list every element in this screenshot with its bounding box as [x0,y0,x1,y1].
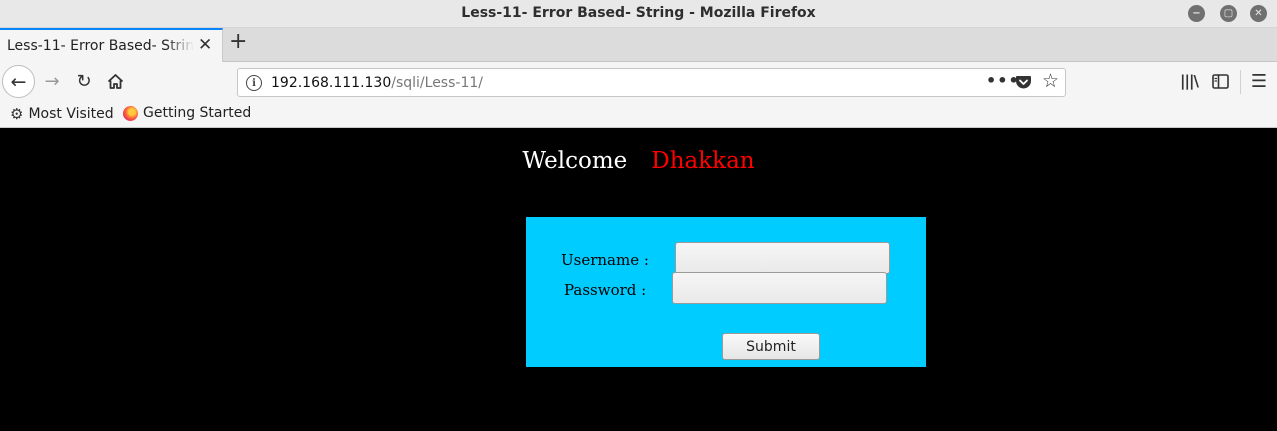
url-text[interactable]: 192.168.111.130/sqli/Less-11/ [271,75,483,91]
url-bar[interactable]: i 192.168.111.130/sqli/Less-11/ ••• ☆ [237,68,1066,97]
welcome-heading: Welcome Dhakkan [0,148,1277,174]
home-icon[interactable] [103,69,127,93]
username-label: Username : [561,251,649,269]
url-host: 192.168.111.130 [271,75,392,91]
bookmark-star-icon[interactable]: ☆ [1042,70,1059,92]
forward-icon[interactable]: → [40,69,64,93]
window-close-icon[interactable]: ✕ [1250,5,1267,22]
bookmark-getting-started[interactable]: Getting Started [123,105,251,121]
page-content: Welcome Dhakkan Username : Password : Sub… [0,128,1277,431]
minimize-icon[interactable]: − [1188,5,1205,22]
toolbar-separator [1240,70,1241,94]
submit-button[interactable]: Submit [722,333,820,360]
username-input[interactable] [675,242,890,274]
library-icon[interactable]: |||\ [1178,69,1200,93]
back-icon[interactable]: ← [2,65,35,98]
bookmarks-toolbar: ⚙ Most Visited Getting Started [0,102,1277,128]
new-tab-icon[interactable]: + [229,29,247,54]
navigation-toolbar: ← → ↻ i 192.168.111.130/sqli/Less-11/ ••… [0,62,1277,102]
url-path: /sqli/Less-11/ [391,75,483,91]
tab-less-11[interactable]: Less-11- Error Based- String ✕ [0,28,223,62]
login-form: Username : Password : Submit [526,217,926,367]
hamburger-menu-icon[interactable]: ☰ [1248,69,1270,93]
window-title: Less-11- Error Based- String - Mozilla F… [461,5,816,21]
pocket-icon[interactable] [1015,74,1032,90]
bookmark-most-visited[interactable]: ⚙ Most Visited [10,105,114,123]
welcome-text: Welcome [522,148,628,174]
bookmark-label: Most Visited [28,106,114,122]
reload-icon[interactable]: ↻ [72,69,96,93]
maximize-icon[interactable]: ▢ [1220,5,1237,22]
sidebar-toggle-icon[interactable] [1210,69,1230,93]
tab-title: Less-11- Error Based- String [7,38,194,54]
password-label: Password : [564,281,647,299]
tab-close-icon[interactable]: ✕ [198,35,212,55]
firefox-icon [123,105,138,121]
site-info-icon[interactable]: i [246,75,262,91]
window-titlebar: Less-11- Error Based- String - Mozilla F… [0,0,1277,28]
tab-bar: Less-11- Error Based- String ✕ + [0,28,1277,62]
password-input[interactable] [672,272,887,304]
welcome-name: Dhakkan [651,148,755,174]
bookmark-label: Getting Started [143,105,252,121]
gear-icon: ⚙ [10,105,24,123]
